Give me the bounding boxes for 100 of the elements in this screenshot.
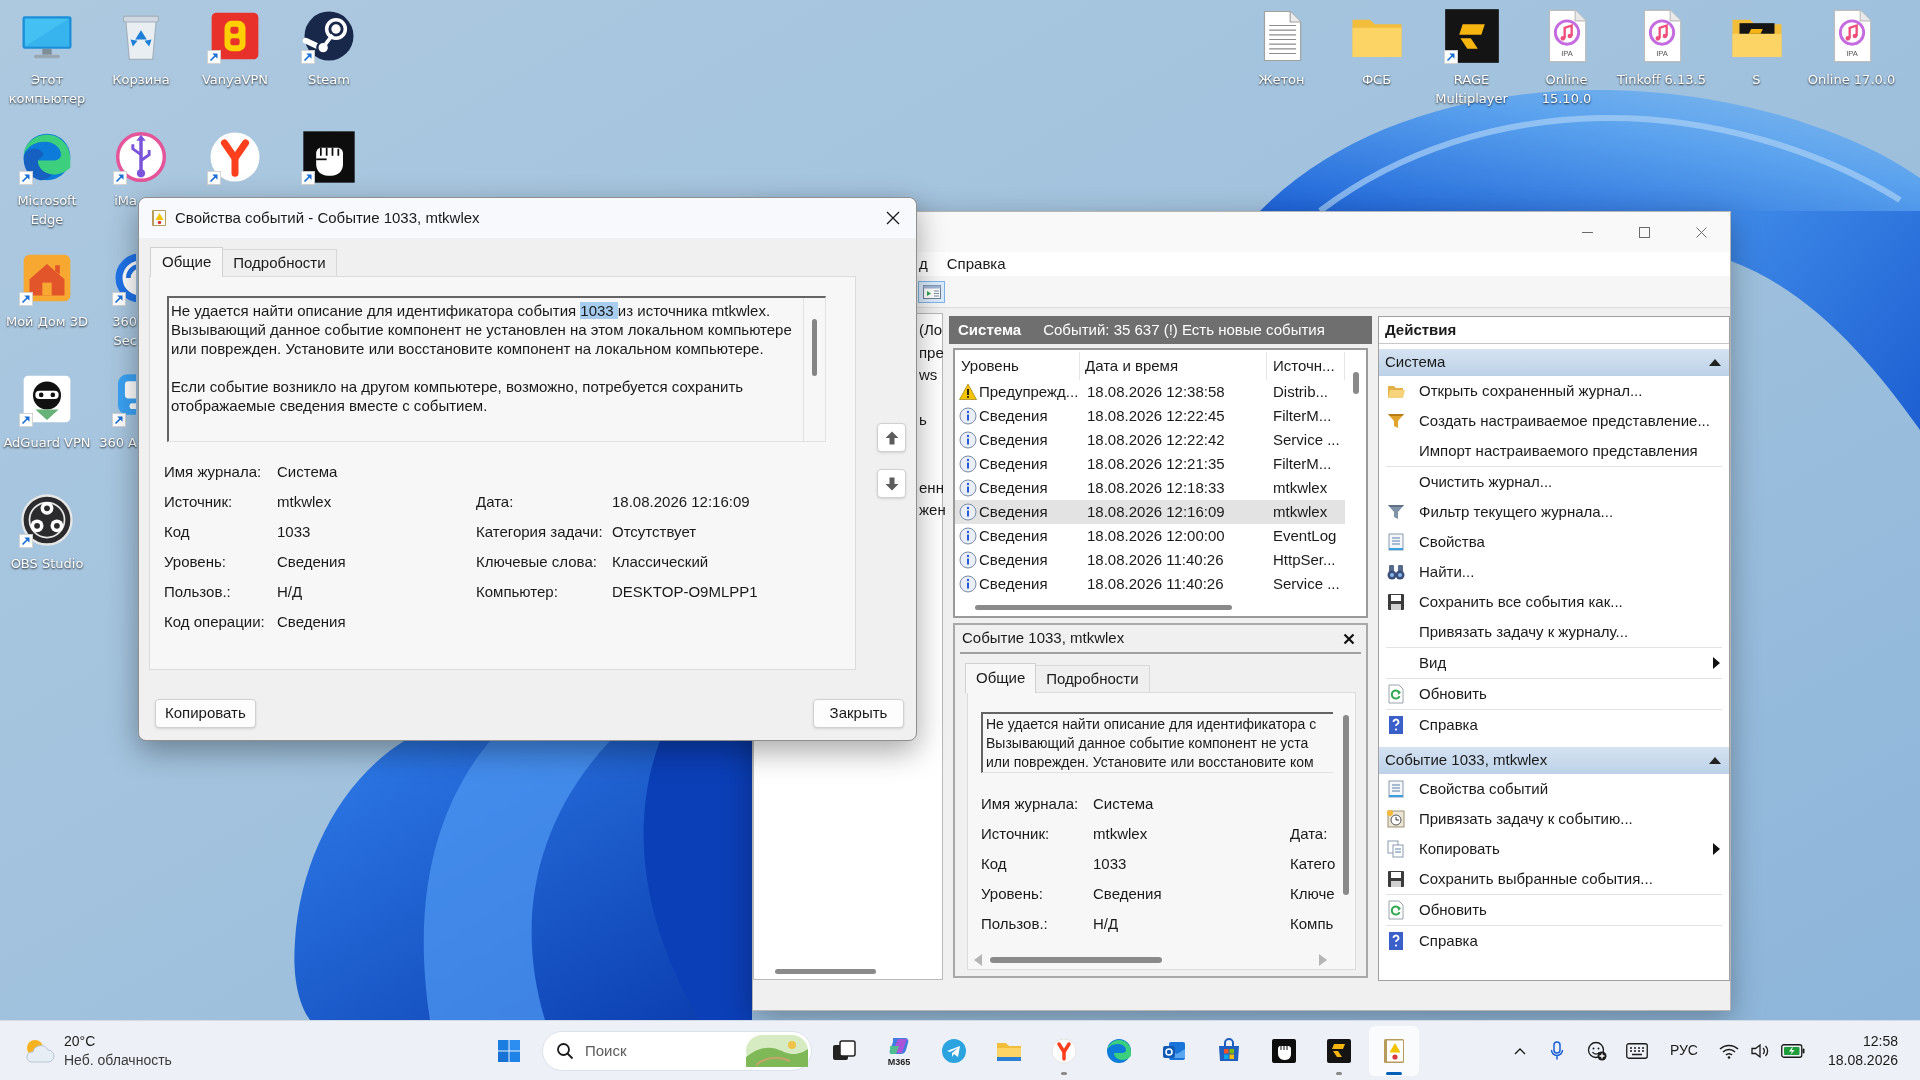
table-cell: 18.08.2026 11:40:26 bbox=[1087, 551, 1224, 568]
event-row[interactable]: Предупрежд... 18.08.2026 12:38:58 Distrib... bbox=[955, 380, 1345, 404]
action-item[interactable]: Открыть сохраненный журнал... bbox=[1386, 376, 1722, 406]
scrollbar-thumb[interactable] bbox=[775, 968, 876, 974]
pane-toggle-icon bbox=[922, 284, 941, 299]
field-label: Дата: bbox=[476, 493, 514, 510]
event-row[interactable]: Сведения 18.08.2026 12:18:33 mtkwlex bbox=[955, 476, 1345, 500]
action-item[interactable]: Сохранить все события как... bbox=[1386, 587, 1722, 617]
event-row[interactable]: Сведения 18.08.2026 12:22:45 FilterM... bbox=[955, 404, 1345, 428]
action-item[interactable]: Справка bbox=[1386, 926, 1722, 956]
properties-icon bbox=[1386, 532, 1406, 552]
edge-icon bbox=[1105, 1036, 1133, 1065]
toolbar-button[interactable] bbox=[918, 280, 945, 303]
field-value: Сведения bbox=[1093, 885, 1162, 902]
table-cell: 18.08.2026 12:00:00 bbox=[1087, 527, 1225, 544]
action-item[interactable]: Сохранить выбранные события... bbox=[1386, 864, 1722, 894]
yandex-icon bbox=[1050, 1036, 1078, 1065]
field-value: Классический bbox=[612, 553, 709, 570]
action-item[interactable]: Копировать bbox=[1386, 834, 1722, 864]
weather-widget[interactable]: 20°C Неб. облачность bbox=[22, 1031, 172, 1070]
taskbar-app-button[interactable]: M365 bbox=[874, 1025, 924, 1076]
table-cell: mtkwlex bbox=[1273, 479, 1328, 496]
tree-item[interactable]: пре bbox=[919, 341, 944, 364]
language-button[interactable]: РУС bbox=[1659, 1025, 1708, 1076]
smiley-icon bbox=[1586, 1040, 1607, 1061]
scrollbar-thumb[interactable] bbox=[1352, 372, 1359, 394]
log-summary: Событий: 35 637 (!) Есть новые события bbox=[1043, 319, 1325, 340]
app-tile-icon[interactable] bbox=[118, 374, 136, 415]
action-item[interactable]: Создать настраиваемое представление... bbox=[1386, 406, 1722, 436]
rage-icon[interactable] bbox=[1443, 8, 1500, 64]
copy-icon bbox=[1386, 839, 1406, 859]
scrollbar-thumb[interactable] bbox=[975, 604, 1232, 610]
table-cell: FilterM... bbox=[1273, 455, 1332, 472]
action-item[interactable]: Импорт настраиваемого представления bbox=[1386, 436, 1722, 466]
event-row[interactable]: Сведения 18.08.2026 11:40:26 Service ... bbox=[955, 572, 1345, 596]
tab[interactable]: Подробности bbox=[1036, 665, 1150, 692]
obs-icon[interactable] bbox=[19, 492, 75, 548]
dialog-button[interactable]: Закрыть bbox=[813, 699, 904, 728]
menu-item[interactable]: Справка bbox=[946, 254, 1006, 274]
paper-plane-icon bbox=[940, 1036, 968, 1065]
down-arrow-button[interactable] bbox=[877, 469, 906, 498]
table-cell-text: Сведения bbox=[979, 429, 1048, 450]
section-header[interactable]: Система bbox=[1379, 349, 1729, 376]
column-header[interactable]: Источн... bbox=[1273, 354, 1335, 378]
up-arrow-button[interactable] bbox=[877, 423, 906, 452]
field-label: Имя журнала: bbox=[164, 463, 262, 480]
usb-icon[interactable] bbox=[113, 129, 169, 185]
search-icon bbox=[556, 1041, 574, 1060]
table-cell: FilterM... bbox=[1273, 407, 1332, 424]
action-item[interactable]: Фильтр текущего журнала... bbox=[1386, 497, 1722, 527]
clock-button[interactable]: 12:58 18.08.2026 bbox=[1819, 1025, 1906, 1076]
action-item[interactable]: Свойства событий bbox=[1386, 774, 1722, 804]
tab[interactable]: Общие bbox=[965, 663, 1037, 693]
info-icon bbox=[959, 455, 977, 473]
event-row[interactable]: Сведения 18.08.2026 12:16:09 mtkwlex bbox=[955, 500, 1345, 524]
info-icon bbox=[959, 407, 977, 425]
scrollbar-thumb[interactable] bbox=[812, 319, 817, 376]
table-cell-text: Сведения bbox=[979, 477, 1048, 498]
close-icon bbox=[886, 211, 900, 225]
action-item[interactable]: Свойства bbox=[1386, 527, 1722, 557]
column-header[interactable]: Дата и время bbox=[1085, 354, 1179, 378]
field-value: DESKTOP-O9MLPP1 bbox=[612, 583, 758, 600]
warning-icon bbox=[959, 383, 977, 401]
log-name: Система bbox=[958, 319, 1022, 340]
scrollbar-thumb[interactable] bbox=[1343, 715, 1349, 895]
dialog-button[interactable]: Копировать bbox=[155, 699, 256, 728]
tree-item[interactable]: ь bbox=[919, 409, 927, 432]
info-icon bbox=[959, 551, 977, 569]
field-label: Ключевые слова: bbox=[476, 553, 597, 570]
event-row[interactable]: Сведения 18.08.2026 11:40:26 HttpSer... bbox=[955, 548, 1345, 572]
tab[interactable]: Общие bbox=[150, 247, 224, 277]
field-value: 1033 bbox=[277, 523, 311, 540]
tree-item[interactable]: ws bbox=[919, 364, 938, 387]
section-header[interactable]: Событие 1033, mtkwlex bbox=[1379, 747, 1729, 774]
event-row[interactable]: Сведения 18.08.2026 12:22:42 Service ... bbox=[955, 428, 1345, 452]
event-row[interactable]: Сведения 18.08.2026 12:21:35 FilterM... bbox=[955, 452, 1345, 476]
properties-icon bbox=[1386, 779, 1406, 799]
maximize-icon bbox=[1639, 226, 1650, 238]
start-icon bbox=[497, 1038, 521, 1063]
tree-item[interactable]: жен bbox=[919, 499, 946, 522]
description-field[interactable] bbox=[167, 296, 826, 442]
field-label: Катего bbox=[1290, 855, 1336, 872]
action-item[interactable]: Справка bbox=[1386, 710, 1722, 740]
action-item[interactable]: Обновить bbox=[1386, 679, 1722, 709]
menu-item[interactable]: д bbox=[919, 254, 928, 274]
arrow-down-icon bbox=[883, 475, 900, 492]
fist-icon[interactable] bbox=[301, 129, 357, 185]
action-item[interactable]: Найти... bbox=[1386, 557, 1722, 587]
action-item[interactable]: Привязать задачу к журналу... bbox=[1386, 617, 1722, 647]
action-item[interactable]: Обновить bbox=[1386, 895, 1722, 925]
action-item[interactable]: Привязать задачу к событию... bbox=[1386, 804, 1722, 834]
action-item[interactable]: Очистить журнал... bbox=[1386, 467, 1722, 497]
tree-item[interactable]: (Ло bbox=[919, 319, 943, 342]
tree-item[interactable]: енн bbox=[919, 476, 944, 499]
scrollbar-thumb[interactable] bbox=[990, 957, 1162, 963]
arrow-up-icon bbox=[883, 429, 900, 446]
event-row[interactable]: Сведения 18.08.2026 12:00:00 EventLog bbox=[955, 524, 1345, 548]
column-header[interactable]: Уровень bbox=[961, 354, 1019, 378]
tab[interactable]: Подробности bbox=[223, 249, 337, 276]
action-item[interactable]: Вид bbox=[1386, 648, 1722, 678]
